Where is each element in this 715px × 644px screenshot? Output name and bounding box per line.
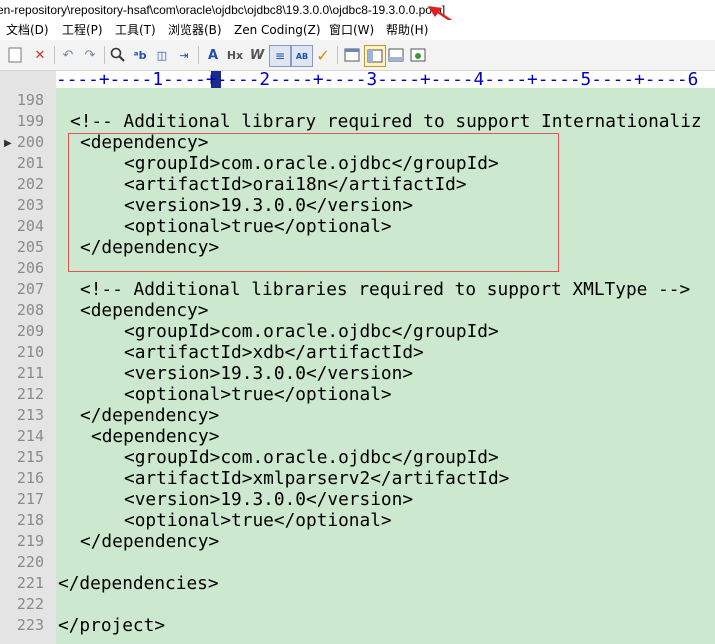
- line-number: 207: [16, 280, 44, 298]
- line-number: 199: [16, 112, 44, 130]
- code-line[interactable]: <optional>true</optional>: [124, 510, 392, 531]
- close-file-icon[interactable]: ✕: [30, 45, 50, 65]
- ruler-gutter: [0, 71, 56, 88]
- code-line[interactable]: <artifactId>xdb</artifactId>: [124, 342, 424, 363]
- code-line[interactable]: <groupId>com.oracle.ojdbc</groupId>: [124, 321, 499, 342]
- line-number: 218: [16, 511, 44, 529]
- code-line[interactable]: </dependency>: [80, 531, 219, 552]
- heading-icon[interactable]: Hx: [225, 45, 245, 65]
- line-number: 206: [16, 259, 44, 277]
- code-line[interactable]: </dependencies>: [58, 573, 219, 594]
- code-line[interactable]: <version>19.3.0.0</version>: [124, 363, 413, 384]
- word-wrap-icon[interactable]: ≡: [269, 45, 291, 67]
- menu-project[interactable]: 工程(P): [62, 20, 103, 40]
- line-number: 219: [16, 532, 44, 550]
- line-number: 222: [16, 595, 44, 613]
- line-number: 200: [16, 133, 44, 151]
- line-number: 214: [16, 427, 44, 445]
- line-number: 198: [16, 91, 44, 109]
- view-browser-icon[interactable]: [408, 45, 428, 65]
- code-line[interactable]: </dependency>: [80, 405, 219, 426]
- code-line[interactable]: <!-- Additional libraries required to su…: [80, 279, 690, 300]
- find-icon[interactable]: [108, 45, 128, 65]
- line-number: 210: [16, 343, 44, 361]
- menu-browser[interactable]: 浏览器(B): [168, 20, 222, 40]
- line-number: 205: [16, 238, 44, 256]
- annotation-arrow-icon: [428, 6, 453, 20]
- line-number: 209: [16, 322, 44, 340]
- window-title: en-repository\repository-hsaf\com\oracle…: [0, 3, 446, 17]
- goto-icon[interactable]: ◫: [152, 45, 172, 65]
- window-title-bar: en-repository\repository-hsaf\com\oracle…: [0, 0, 715, 20]
- toolbar: ✕ ↶ ↷ ᵃb ◫ ⇥ A Hx W ≡ AB ✓: [0, 40, 715, 71]
- menu-zen-coding[interactable]: Zen Coding(Z): [234, 20, 321, 40]
- menu-window[interactable]: 窗口(W): [329, 20, 374, 40]
- column-ruler: ----+----1----+----2----+----3----+----4…: [0, 71, 715, 88]
- code-line[interactable]: </project>: [58, 615, 165, 636]
- code-editor[interactable]: ▶ 198 199 <!-- Additional library required…: [0, 88, 715, 644]
- redo-icon[interactable]: ↷: [80, 45, 100, 65]
- highlight-box: [68, 133, 559, 272]
- font-icon[interactable]: A: [203, 45, 223, 65]
- line-number: 220: [16, 553, 44, 571]
- line-number: 201: [16, 154, 44, 172]
- line-number: 211: [16, 364, 44, 382]
- view-icon[interactable]: [342, 45, 362, 65]
- toolbar-separator: [337, 46, 338, 64]
- line-number: 208: [16, 301, 44, 319]
- indent-icon[interactable]: ⇥: [174, 45, 194, 65]
- code-line[interactable]: <dependency>: [91, 426, 219, 447]
- check-icon[interactable]: ✓: [313, 45, 333, 65]
- line-number: 223: [16, 616, 44, 634]
- document-icon[interactable]: [4, 45, 26, 65]
- line-number: 221: [16, 574, 44, 592]
- ruler-scale: ----+----1----+----2----+----3----+----4…: [56, 71, 699, 88]
- menu-document[interactable]: 文档(D): [6, 20, 49, 40]
- menu-bar: 文档(D) 工程(P) 工具(T) 浏览器(B) Zen Coding(Z) 窗…: [0, 20, 715, 40]
- code-line[interactable]: <!-- Additional library required to supp…: [70, 111, 702, 132]
- toolbar-separator: [198, 46, 199, 64]
- view-split-icon[interactable]: [364, 45, 386, 67]
- italic-icon[interactable]: W: [247, 45, 267, 65]
- menu-tools[interactable]: 工具(T): [115, 20, 156, 40]
- undo-icon[interactable]: ↶: [58, 45, 78, 65]
- line-number: 215: [16, 448, 44, 466]
- replace-icon[interactable]: ᵃb: [130, 45, 150, 65]
- view-output-icon[interactable]: [386, 45, 406, 65]
- code-line[interactable]: <version>19.3.0.0</version>: [124, 489, 413, 510]
- line-number: 217: [16, 490, 44, 508]
- line-number: 216: [16, 469, 44, 487]
- spell-check-icon[interactable]: AB: [291, 45, 313, 67]
- code-line[interactable]: <artifactId>xmlparserv2</artifactId>: [124, 468, 509, 489]
- code-line[interactable]: <groupId>com.oracle.ojdbc</groupId>: [124, 447, 499, 468]
- menu-help[interactable]: 帮助(H): [386, 20, 428, 40]
- code-line[interactable]: <optional>true</optional>: [124, 384, 392, 405]
- line-number: 212: [16, 385, 44, 403]
- line-number: 204: [16, 217, 44, 235]
- toolbar-separator: [54, 46, 55, 64]
- line-number: 202: [16, 175, 44, 193]
- toolbar-separator: [104, 46, 105, 64]
- line-number: 213: [16, 406, 44, 424]
- line-number: 203: [16, 196, 44, 214]
- code-line[interactable]: <dependency>: [80, 300, 208, 321]
